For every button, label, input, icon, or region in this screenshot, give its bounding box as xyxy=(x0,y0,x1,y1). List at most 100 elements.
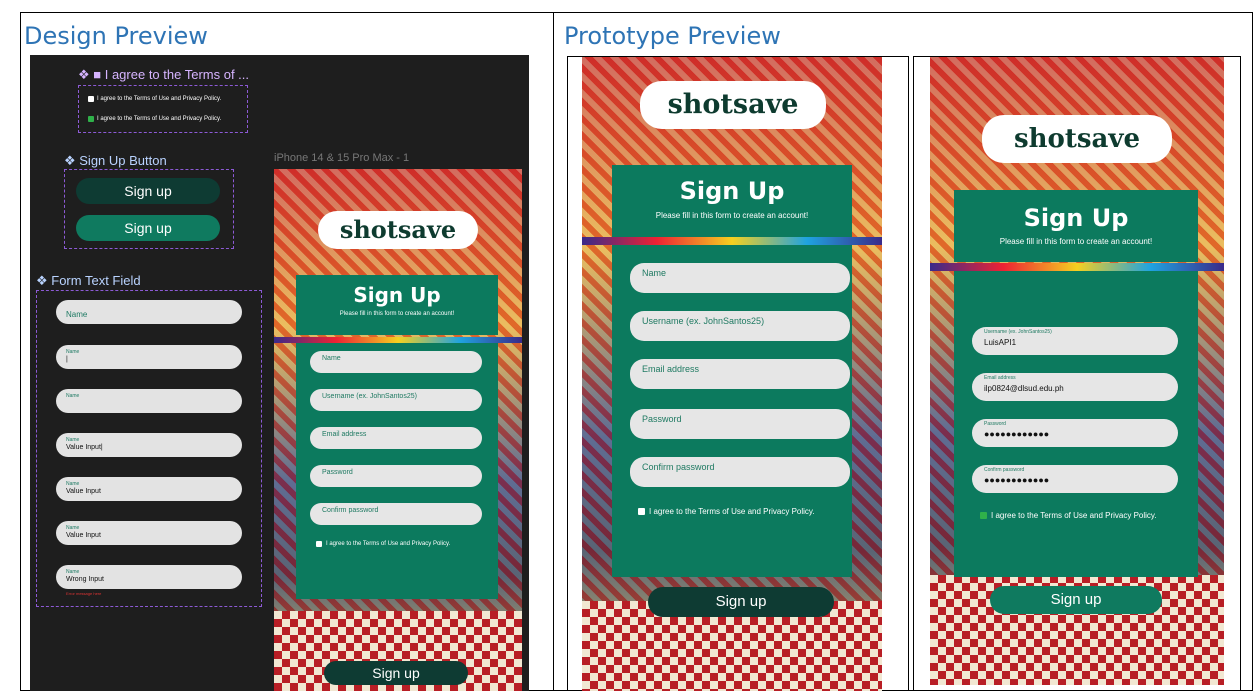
placeholder: Email address xyxy=(642,364,700,374)
decorative-band xyxy=(582,237,882,245)
checkbox-checked-label: I agree to the Terms of Use and Privacy … xyxy=(97,116,222,122)
checkbox-icon xyxy=(638,508,645,515)
figma-canvas: ❖ ■ I agree to the Terms of ... I agree … xyxy=(30,55,529,691)
checkbox-icon xyxy=(316,541,322,547)
design-preview-heading: Design Preview xyxy=(24,22,208,50)
sign-up-form-panel: Name Username (ex. JohnSantos25) Email a… xyxy=(612,245,852,577)
sign-up-button-light[interactable]: Sign up xyxy=(76,215,220,241)
text-field-filled-2[interactable]: Name Value Input xyxy=(56,521,242,545)
confirm-password-field[interactable]: Confirm password xyxy=(630,457,850,487)
form-text-field-component-title: ❖ Form Text Field xyxy=(36,273,141,288)
name-field[interactable]: Name xyxy=(630,263,850,293)
design-phone-frame: shotsave Sign Up Please fill in this for… xyxy=(274,169,522,691)
terms-checkbox[interactable]: I agree to the Terms of Use and Privacy … xyxy=(980,511,1157,520)
field-label: Password xyxy=(984,421,1006,427)
terms-checkbox[interactable]: I agree to the Terms of Use and Privacy … xyxy=(638,507,815,516)
field-label: Username (ex. JohnSantos25) xyxy=(984,329,1052,335)
placeholder: Email address xyxy=(322,431,367,438)
sign-up-form-panel: Name Username (ex. JohnSantos25) Email a… xyxy=(296,343,498,599)
sign-up-header-panel: Sign Up Please fill in this form to crea… xyxy=(296,275,498,335)
text-field-filled[interactable]: Name Value Input xyxy=(56,477,242,501)
field-value: Value Input xyxy=(66,488,101,495)
checkbox-component-title: ❖ ■ I agree to the Terms of ... xyxy=(78,67,250,82)
name-field[interactable]: Name xyxy=(310,351,482,373)
field-label: Name xyxy=(66,349,80,355)
field-value: | xyxy=(66,356,68,363)
username-field[interactable]: Username (ex. JohnSantos25) LuisAPI1 xyxy=(972,327,1178,355)
placeholder: Password xyxy=(642,414,682,424)
prototype-preview-heading: Prototype Preview xyxy=(564,22,781,50)
placeholder: Confirm password xyxy=(322,507,379,514)
sign-up-form-panel: Username (ex. JohnSantos25) LuisAPI1 Ema… xyxy=(954,271,1198,577)
username-field[interactable]: Username (ex. JohnSantos25) xyxy=(630,311,850,341)
checkbox-unchecked[interactable]: I agree to the Terms of Use and Privacy … xyxy=(88,96,221,102)
sign-up-subtitle: Please fill in this form to create an ac… xyxy=(999,237,1153,246)
field-placeholder: Name xyxy=(66,310,88,319)
text-field-empty[interactable]: Name xyxy=(56,389,242,413)
field-value: ●●●●●●●●●●●● xyxy=(984,429,1050,439)
field-value: Value Input xyxy=(66,532,101,539)
placeholder: Name xyxy=(322,355,341,362)
checkbox-component-frame xyxy=(78,85,248,133)
email-field[interactable]: Email address xyxy=(630,359,850,389)
shotsave-logo: shotsave xyxy=(640,81,826,129)
sign-up-button[interactable]: Sign up xyxy=(990,586,1162,614)
field-value: ilp0824@dlsud.edu.ph xyxy=(984,384,1064,393)
confirm-password-field[interactable]: Confirm password xyxy=(310,503,482,525)
field-value: Value Input| xyxy=(66,444,103,451)
text-field-error[interactable]: Name Wrong Input xyxy=(56,565,242,589)
field-error-message: Error message here xyxy=(66,591,102,596)
password-field[interactable]: Password ●●●●●●●●●●●● xyxy=(972,419,1178,447)
field-label: Name xyxy=(66,525,80,531)
terms-checkbox[interactable]: I agree to the Terms of Use and Privacy … xyxy=(316,541,450,547)
password-field[interactable]: Password xyxy=(630,409,850,439)
iphone-frame-label: iPhone 14 & 15 Pro Max - 1 xyxy=(274,152,410,164)
username-field[interactable]: Username (ex. JohnSantos25) xyxy=(310,389,482,411)
checkbox-checked-icon xyxy=(88,116,94,122)
field-value: ●●●●●●●●●●●● xyxy=(984,475,1050,485)
sign-up-title: Sign Up xyxy=(1023,204,1129,232)
placeholder: Name xyxy=(642,268,667,278)
sign-up-header-panel: Sign Up Please fill in this form to crea… xyxy=(612,165,852,237)
terms-label: I agree to the Terms of Use and Privacy … xyxy=(649,507,815,516)
field-label: Confirm password xyxy=(984,467,1025,473)
checkbox-checked-icon xyxy=(980,512,987,519)
field-label: Email address xyxy=(984,375,1016,381)
text-field-focused[interactable]: Name | xyxy=(56,345,242,369)
prototype-empty-phone: shotsave Sign Up Please fill in this for… xyxy=(582,57,882,691)
field-value: LuisAPI1 xyxy=(984,338,1017,347)
checkbox-unchecked-icon xyxy=(88,96,94,102)
sign-up-title: Sign Up xyxy=(679,177,785,205)
sign-up-button[interactable]: Sign up xyxy=(648,587,834,617)
field-label: Name xyxy=(66,393,80,399)
terms-label: I agree to the Terms of Use and Privacy … xyxy=(991,511,1157,520)
confirm-password-field[interactable]: Confirm password ●●●●●●●●●●●● xyxy=(972,465,1178,493)
prototype-filled-phone: shotsave Sign Up Please fill in this for… xyxy=(930,57,1224,685)
field-label: Name xyxy=(66,481,80,487)
shotsave-logo: shotsave xyxy=(318,211,478,249)
decorative-band xyxy=(930,263,1224,271)
checkbox-unchecked-label: I agree to the Terms of Use and Privacy … xyxy=(97,96,222,102)
field-value: Wrong Input xyxy=(66,576,105,583)
email-field[interactable]: Email address ilp0824@dlsud.edu.ph xyxy=(972,373,1178,401)
sign-up-button-dark[interactable]: Sign up xyxy=(76,178,220,204)
placeholder: Confirm password xyxy=(642,462,715,472)
sign-up-subtitle: Please fill in this form to create an ac… xyxy=(339,311,455,317)
placeholder: Username (ex. JohnSantos25) xyxy=(322,393,417,400)
field-label: Name xyxy=(66,437,80,443)
text-field-typing[interactable]: Name Value Input| xyxy=(56,433,242,457)
password-field[interactable]: Password xyxy=(310,465,482,487)
sign-up-subtitle: Please fill in this form to create an ac… xyxy=(655,211,809,220)
sign-up-title: Sign Up xyxy=(353,283,441,307)
field-label: Name xyxy=(66,569,80,575)
placeholder: Username (ex. JohnSantos25) xyxy=(642,316,765,326)
terms-label: I agree to the Terms of Use and Privacy … xyxy=(326,541,451,547)
placeholder: Password xyxy=(322,469,353,476)
shotsave-logo: shotsave xyxy=(982,115,1172,163)
sign-up-header-panel: Sign Up Please fill in this form to crea… xyxy=(954,190,1198,262)
email-field[interactable]: Email address xyxy=(310,427,482,449)
text-field-placeholder[interactable]: Name xyxy=(56,300,242,324)
checkbox-checked[interactable]: I agree to the Terms of Use and Privacy … xyxy=(88,116,221,122)
sign-up-button[interactable]: Sign up xyxy=(324,661,468,685)
sign-up-button-component-title: ❖ Sign Up Button xyxy=(64,153,167,168)
